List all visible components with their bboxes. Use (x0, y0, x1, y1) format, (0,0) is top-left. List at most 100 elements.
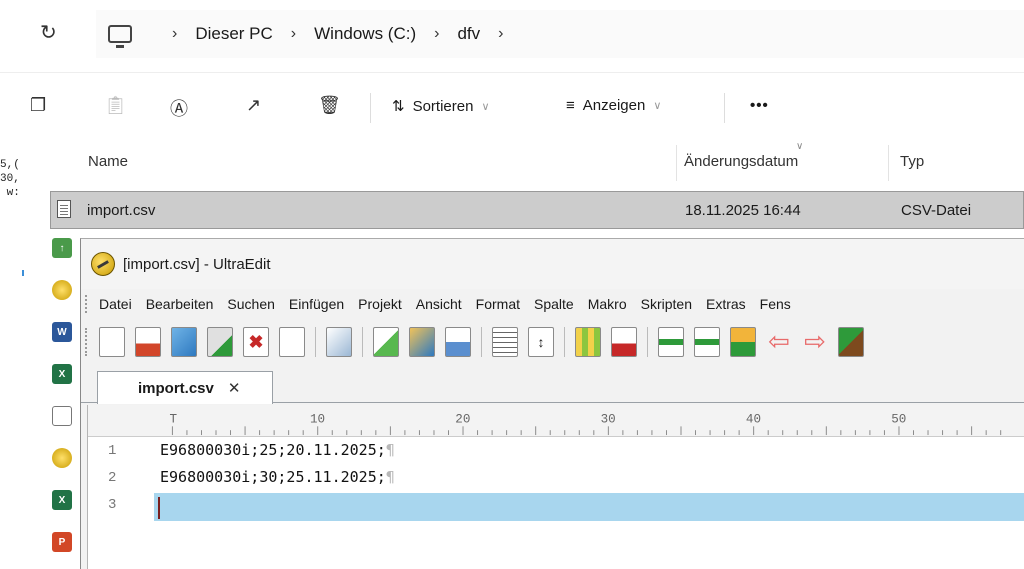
toolbar-separator (481, 327, 482, 357)
blue-marker (22, 270, 24, 276)
menu-suchen[interactable]: Suchen (227, 296, 274, 312)
column-mode-icon[interactable]: ↕ (528, 327, 554, 357)
file-name: import.csv (87, 202, 156, 219)
new-file-icon[interactable] (99, 327, 125, 357)
arrow-right-icon[interactable]: ⇨ (802, 327, 828, 357)
column-header-type[interactable]: Typ (900, 153, 924, 170)
line-number: 1 (108, 443, 117, 459)
word-icon[interactable]: W (52, 322, 72, 342)
column-header-name[interactable]: Name (88, 153, 128, 170)
code-fragment-line: 5,( (0, 159, 20, 171)
close-file-icon[interactable]: ✖ (243, 327, 269, 357)
sort-label: Sortieren (412, 97, 474, 115)
column-markers-icon[interactable] (575, 327, 601, 357)
command-separator (370, 93, 371, 123)
menu-grip-handle[interactable] (85, 295, 91, 313)
menu-skripten[interactable]: Skripten (641, 296, 692, 312)
breadcrumb-separator-icon[interactable]: › (291, 25, 296, 43)
bookmark-icon[interactable] (838, 327, 864, 357)
more-icon: ••• (750, 97, 769, 114)
sort-button[interactable]: ⇅ Sortieren ∨ (392, 97, 490, 116)
file-list-header: Name ∨ Änderungsdatum Typ (50, 141, 1024, 181)
breadcrumb-separator-icon[interactable]: › (172, 25, 177, 43)
breadcrumb-separator-icon[interactable]: › (434, 25, 439, 43)
document-icon[interactable] (52, 406, 72, 426)
open-file-icon[interactable] (171, 327, 197, 357)
line-number: 3 (108, 497, 117, 513)
menu-format[interactable]: Format (476, 296, 520, 312)
ruler-label: 50 (891, 412, 906, 426)
toolbar-separator (564, 327, 565, 357)
rename-icon[interactable]: Ⓐ (170, 95, 188, 121)
menu-ansicht[interactable]: Ansicht (416, 296, 462, 312)
tab-import-csv[interactable]: import.csv ✕ (97, 371, 273, 404)
tab-label: import.csv (138, 379, 214, 397)
word-wrap-icon[interactable] (492, 327, 518, 357)
breadcrumb-drive-c[interactable]: Windows (C:) (314, 24, 416, 44)
powerpoint-icon[interactable]: P (52, 532, 72, 552)
menu-fenster[interactable]: Fens (760, 296, 791, 312)
more-options-button[interactable]: ••• (750, 97, 769, 114)
move-down-icon[interactable] (658, 327, 684, 357)
csv-file-icon (57, 200, 71, 218)
copy-files-icon[interactable] (326, 327, 352, 357)
column-header-date[interactable]: Änderungsdatum (684, 153, 798, 170)
share-icon[interactable]: ↗ (246, 95, 261, 116)
breadcrumb-separator-icon[interactable]: › (498, 25, 503, 43)
print-icon[interactable] (445, 327, 471, 357)
new-template-icon[interactable] (135, 327, 161, 357)
move-up-icon[interactable] (694, 327, 720, 357)
toolbar-grip-handle[interactable] (85, 328, 91, 356)
app-green-arrow-icon[interactable]: ↑ (52, 238, 72, 258)
code-line[interactable]: E96800030i;30;25.11.2025;¶ (160, 468, 395, 486)
editor-area[interactable]: T 10 20 30 40 50 1 2 3 E96800030i;25;20.11.20… (87, 405, 1024, 569)
open-add-icon[interactable] (207, 327, 233, 357)
excel-icon[interactable]: X (52, 364, 72, 384)
file-type: CSV-Datei (901, 202, 972, 219)
menu-makro[interactable]: Makro (588, 296, 627, 312)
menu-bearbeiten[interactable]: Bearbeiten (146, 296, 214, 312)
delete-icon[interactable]: 🗑︎ (318, 95, 341, 116)
xml-manager-icon[interactable] (611, 327, 637, 357)
menu-datei[interactable]: Datei (99, 296, 132, 312)
insert-line-icon[interactable] (730, 327, 756, 357)
column-divider[interactable] (888, 145, 889, 181)
breadcrumb[interactable]: › Dieser PC › Windows (C:) › dfv › (96, 10, 1024, 58)
code-line[interactable]: E96800030i;25;20.11.2025;¶ (160, 441, 395, 459)
line-text: E96800030i;25;20.11.2025; (160, 441, 386, 459)
menu-projekt[interactable]: Projekt (358, 296, 402, 312)
line-number-gutter: 1 2 3 (88, 437, 148, 569)
ruler-label: 20 (455, 412, 470, 426)
column-ruler: T 10 20 30 40 50 (88, 405, 1024, 437)
menu-spalte[interactable]: Spalte (534, 296, 574, 312)
arrow-left-icon[interactable]: ⇦ (766, 327, 792, 357)
column-divider[interactable] (676, 145, 677, 181)
current-line-highlight (154, 493, 1024, 521)
ultraedit-menu-bar: Datei Bearbeiten Suchen Einfügen Projekt… (81, 289, 1024, 319)
breadcrumb-dfv[interactable]: dfv (457, 24, 480, 44)
code-fragment-line: w: (0, 187, 20, 199)
view-button[interactable]: ≡ Anzeigen ∨ (566, 97, 661, 114)
refresh-icon[interactable]: ↻ (40, 20, 57, 45)
save-icon[interactable] (373, 327, 399, 357)
ruler-label: 30 (601, 412, 616, 426)
eol-marker: ¶ (385, 468, 395, 486)
excel-icon[interactable]: X (52, 490, 72, 510)
view-icon: ≡ (566, 97, 575, 114)
copy-icon[interactable]: ❐ (30, 95, 46, 116)
ultraedit-title-bar[interactable]: [import.csv] - UltraEdit (81, 239, 1024, 289)
ultraedit-window: [import.csv] - UltraEdit Datei Bearbeite… (80, 238, 1024, 569)
computer-icon (108, 25, 132, 48)
menu-einfuegen[interactable]: Einfügen (289, 296, 344, 312)
page-icon[interactable] (279, 327, 305, 357)
paste-icon[interactable]: 📋︎ (104, 95, 127, 116)
tab-close-icon[interactable]: ✕ (228, 379, 241, 397)
favorites-folder-icon[interactable] (409, 327, 435, 357)
ultraedit-taskbar-icon[interactable] (52, 280, 72, 300)
clipped-code-fragment: 5,( 30, w: (0, 158, 20, 200)
ultraedit-taskbar-icon[interactable] (52, 448, 72, 468)
menu-extras[interactable]: Extras (706, 296, 746, 312)
breadcrumb-this-pc[interactable]: Dieser PC (195, 24, 272, 44)
sort-indicator-icon: ∨ (796, 141, 804, 152)
file-row[interactable]: import.csv 18.11.2025 16:44 CSV-Datei (50, 191, 1024, 229)
